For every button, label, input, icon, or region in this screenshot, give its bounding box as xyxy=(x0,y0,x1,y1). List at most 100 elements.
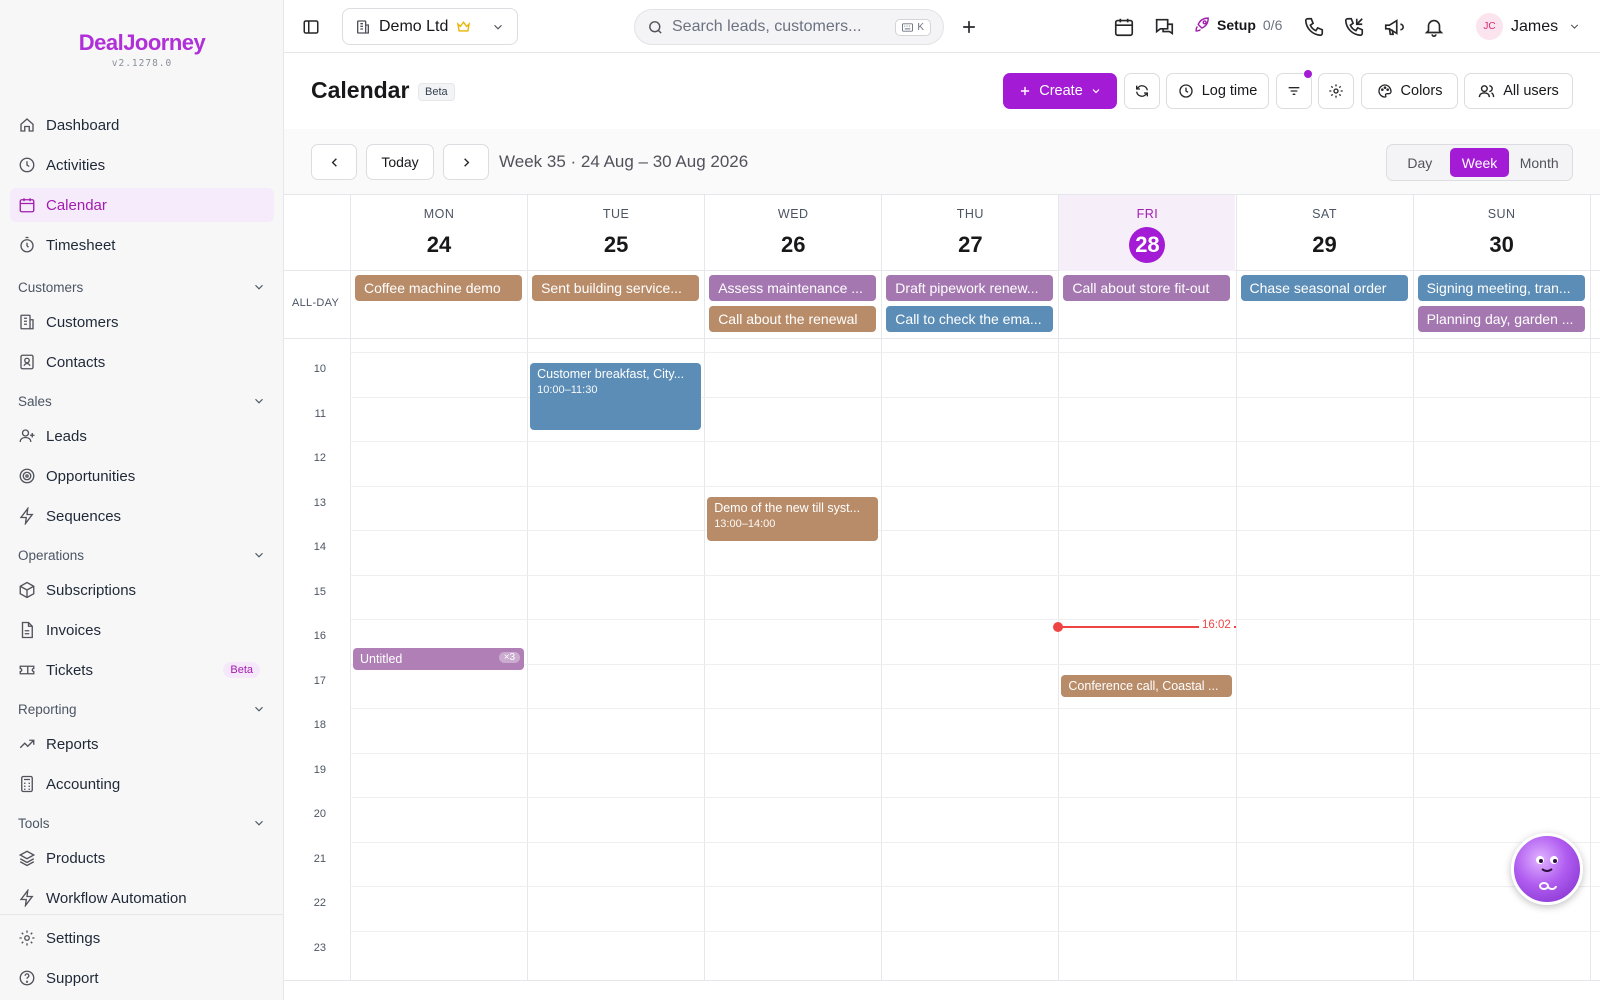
event-title: Demo of the new till syst... xyxy=(714,500,861,515)
sidebar-item-products[interactable]: Products xyxy=(10,841,274,875)
refresh-button[interactable] xyxy=(1124,73,1160,109)
users-icon xyxy=(1478,84,1495,97)
sidebar-group-customers[interactable]: Customers xyxy=(10,274,274,300)
sidebar-item-label: Activities xyxy=(46,156,106,174)
view-week-tab[interactable]: Week xyxy=(1449,148,1510,177)
allday-event[interactable]: Planning day, garden ... xyxy=(1417,306,1585,332)
bell-icon[interactable] xyxy=(1420,13,1448,41)
sidebar-item-dashboard[interactable]: Dashboard xyxy=(10,108,274,142)
create-button[interactable]: Create xyxy=(1003,73,1117,109)
phone-incoming-icon[interactable] xyxy=(1340,13,1368,41)
sidebar-item-support[interactable]: Support xyxy=(10,961,274,995)
today-button[interactable]: Today xyxy=(366,144,434,180)
create-label: Create xyxy=(1039,83,1083,99)
palette-icon xyxy=(1377,84,1392,98)
sidebar-item-label: Subscriptions xyxy=(46,581,137,599)
allday-event[interactable]: Coffee machine demo xyxy=(355,275,523,301)
search-icon xyxy=(647,19,664,36)
company-selector[interactable]: Demo Ltd xyxy=(342,8,518,45)
hour-label: 17 xyxy=(313,674,326,687)
all-users-button[interactable]: All users xyxy=(1464,73,1573,109)
calendar-event[interactable]: Untitled ×3 xyxy=(353,647,525,671)
sidebar-item-invoices[interactable]: Invoices xyxy=(10,613,274,647)
view-month-tab[interactable]: Month xyxy=(1509,148,1569,177)
day-header-thu[interactable]: THU 27 xyxy=(882,195,1058,271)
day-header-mon[interactable]: MON 24 xyxy=(351,195,527,271)
sidebar-item-sequences[interactable]: Sequences xyxy=(10,499,274,533)
sidebar-item-workflow-automation[interactable]: Workflow Automation xyxy=(10,881,274,915)
add-icon[interactable] xyxy=(956,14,982,40)
calendar-event[interactable]: Customer breakfast, City... 10:00–11:30 xyxy=(530,363,702,430)
allday-event[interactable]: Assess maintenance ... xyxy=(709,275,877,301)
day-column-divider xyxy=(704,195,706,980)
day-header-tue[interactable]: TUE 25 xyxy=(528,195,704,271)
setup-progress[interactable]: Setup 0/6 xyxy=(1194,16,1282,33)
colors-button[interactable]: Colors xyxy=(1361,73,1458,109)
event-title: Coffee machine demo xyxy=(364,280,501,296)
event-time: 10:00–11:30 xyxy=(537,384,598,396)
chat-icon[interactable] xyxy=(1150,13,1178,41)
sidebar-item-subscriptions[interactable]: Subscriptions xyxy=(10,573,274,607)
search-input[interactable] xyxy=(672,18,882,36)
search-bar[interactable]: K xyxy=(634,9,944,45)
sidebar-toggle-icon[interactable] xyxy=(298,14,324,40)
megaphone-icon[interactable] xyxy=(1380,13,1408,41)
day-name: SAT xyxy=(1312,207,1337,221)
building-icon xyxy=(18,313,36,331)
hour-gridline xyxy=(350,574,1600,576)
sidebar-item-tickets[interactable]: Tickets Beta xyxy=(10,653,274,687)
log-time-button[interactable]: Log time xyxy=(1166,73,1269,109)
sidebar-item-calendar[interactable]: Calendar xyxy=(10,188,274,222)
sidebar-beta-badge: Beta xyxy=(223,662,260,678)
sidebar-item-activities[interactable]: Activities xyxy=(10,148,274,182)
day-name: FRI xyxy=(1136,207,1159,221)
sidebar-item-contacts[interactable]: Contacts xyxy=(10,345,274,379)
user-name: James xyxy=(1511,17,1559,35)
sidebar-item-timesheet[interactable]: Timesheet xyxy=(10,228,274,262)
sidebar-item-settings[interactable]: Settings xyxy=(10,921,274,955)
allday-event[interactable]: Chase seasonal order xyxy=(1240,275,1408,301)
user-menu[interactable]: JC James xyxy=(1476,13,1581,40)
filter-button[interactable] xyxy=(1276,73,1312,109)
sidebar-item-accounting[interactable]: Accounting xyxy=(10,767,274,801)
sidebar-item-reports[interactable]: Reports xyxy=(10,727,274,761)
sidebar-item-leads[interactable]: Leads xyxy=(10,419,274,453)
sidebar-item-label: Customers xyxy=(46,313,119,331)
sidebar-item-label: Contacts xyxy=(46,353,106,371)
calendar-event[interactable]: Conference call, Coastal ... xyxy=(1061,674,1233,697)
allday-event[interactable]: Draft pipework renew... xyxy=(886,275,1054,301)
view-switcher: Day Week Month xyxy=(1386,144,1573,181)
prev-week-button[interactable] xyxy=(311,144,357,180)
sidebar-group-operations[interactable]: Operations xyxy=(10,542,274,568)
allday-event[interactable]: Call to check the ema... xyxy=(886,306,1054,332)
settings-button[interactable] xyxy=(1318,73,1354,109)
sidebar-group-sales[interactable]: Sales xyxy=(10,388,274,414)
day-number: 30 xyxy=(1489,232,1514,257)
allday-event[interactable]: Call about store fit-out xyxy=(1063,275,1231,301)
company-name: Demo Ltd xyxy=(379,17,449,35)
calendar-event[interactable]: Demo of the new till syst... 13:00–14:00 xyxy=(707,496,879,541)
sidebar-group-reporting[interactable]: Reporting xyxy=(10,696,274,722)
today-label: Today xyxy=(381,154,419,170)
calendar-icon[interactable] xyxy=(1110,13,1138,41)
logo[interactable]: DealJoorney v2.1278.0 xyxy=(0,30,284,69)
sidebar-group-tools[interactable]: Tools xyxy=(10,810,274,836)
ticket-icon xyxy=(18,661,36,679)
logo-text: DealJoorney xyxy=(78,30,206,55)
ai-assistant-button[interactable] xyxy=(1511,833,1583,905)
sidebar-item-customers[interactable]: Customers xyxy=(10,305,274,339)
day-header-sun[interactable]: SUN 30 xyxy=(1414,195,1590,271)
allday-event[interactable]: Signing meeting, tran... xyxy=(1417,275,1585,301)
next-week-button[interactable] xyxy=(443,144,489,180)
allday-event[interactable]: Call about the renewal xyxy=(709,306,877,332)
phone-icon[interactable] xyxy=(1300,13,1328,41)
chevron-down-icon xyxy=(252,394,266,408)
sidebar-item-opportunities[interactable]: Opportunities xyxy=(10,459,274,493)
sidebar-item-label: Sequences xyxy=(46,507,122,525)
clock-icon xyxy=(1179,84,1193,98)
day-header-sat[interactable]: SAT 29 xyxy=(1237,195,1413,271)
day-header-fri[interactable]: FRI 28 xyxy=(1059,195,1236,271)
allday-event[interactable]: Sent building service... xyxy=(532,275,700,301)
day-header-wed[interactable]: WED 26 xyxy=(705,195,881,271)
view-day-tab[interactable]: Day xyxy=(1390,148,1450,177)
